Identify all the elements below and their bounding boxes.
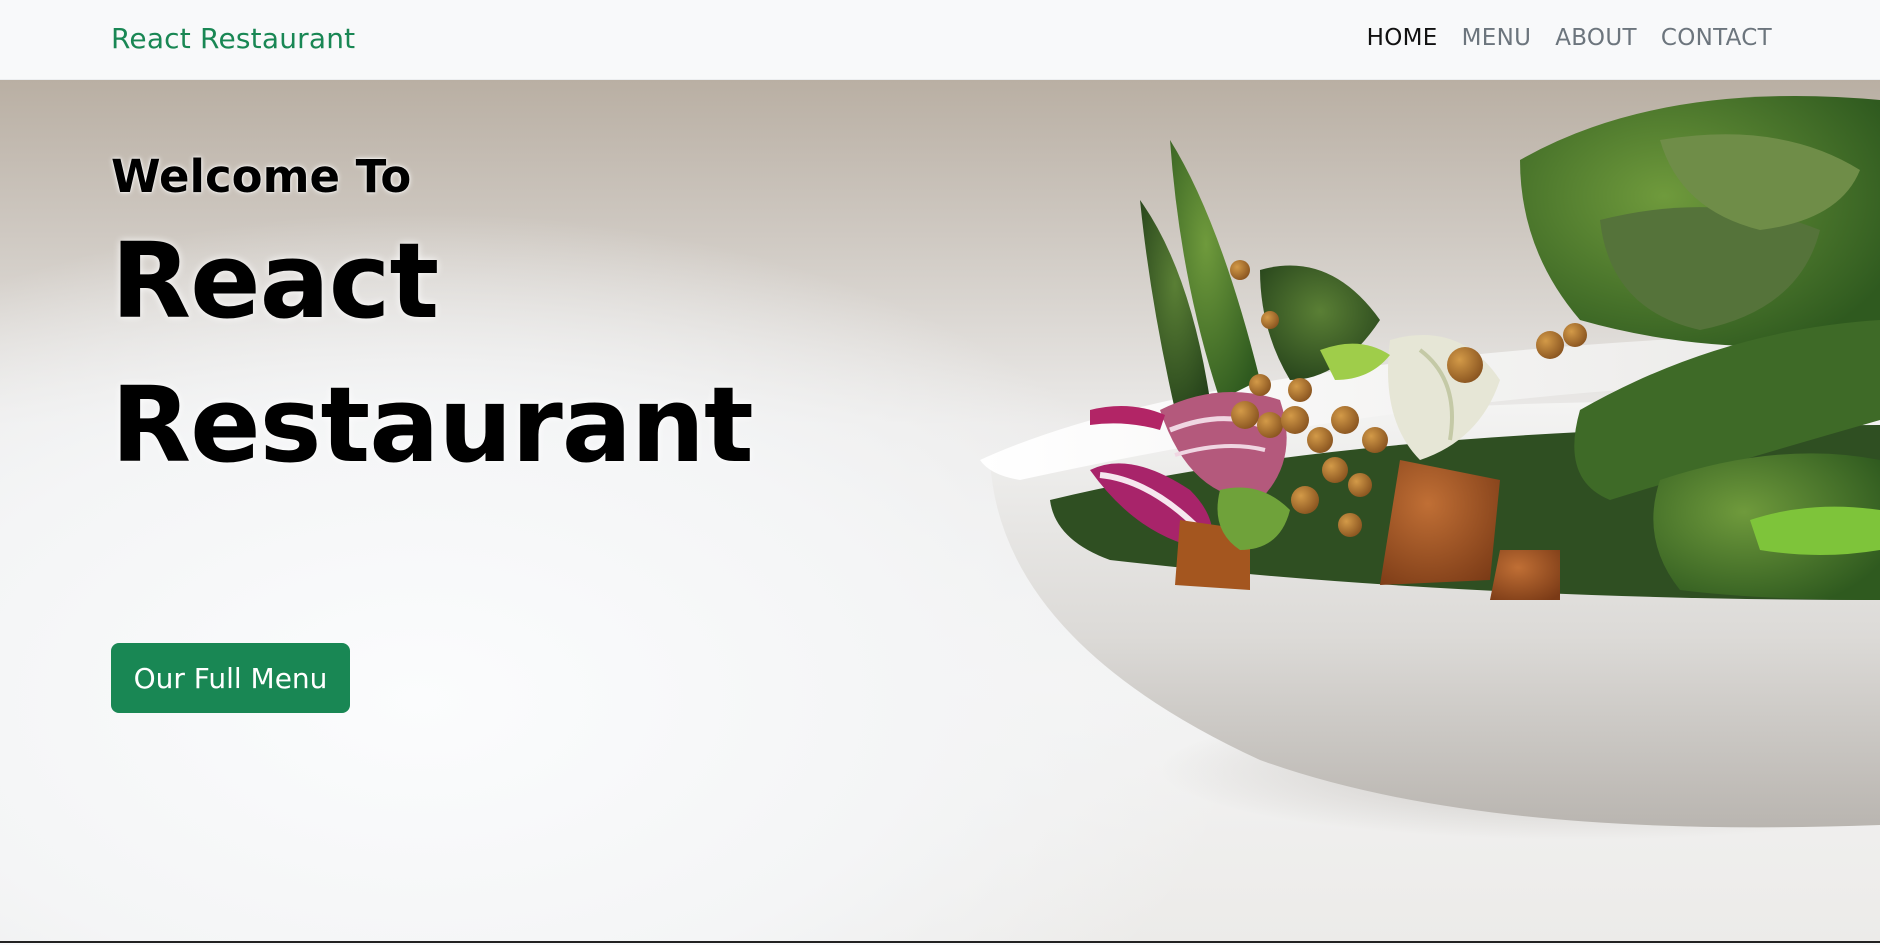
navbar: React Restaurant HOME MENU ABOUT CONTACT (0, 0, 1880, 80)
nav-link-home[interactable]: HOME (1367, 25, 1438, 51)
nav-links: HOME MENU ABOUT CONTACT (1367, 25, 1772, 51)
welcome-heading: Welcome To (111, 150, 412, 203)
full-menu-button[interactable]: Our Full Menu (111, 643, 350, 713)
salad-bowl-image (980, 96, 1880, 840)
hero-title-line1: React (111, 220, 439, 342)
nav-link-contact[interactable]: CONTACT (1661, 25, 1772, 51)
nav-link-about[interactable]: ABOUT (1555, 25, 1637, 51)
brand-link[interactable]: React Restaurant (111, 22, 355, 55)
hero-text: Welcome To React Restaurant (111, 150, 754, 497)
nav-link-menu[interactable]: MENU (1462, 25, 1532, 51)
hero-title: React Restaurant (111, 209, 754, 497)
hero-title-line2: Restaurant (111, 364, 754, 486)
